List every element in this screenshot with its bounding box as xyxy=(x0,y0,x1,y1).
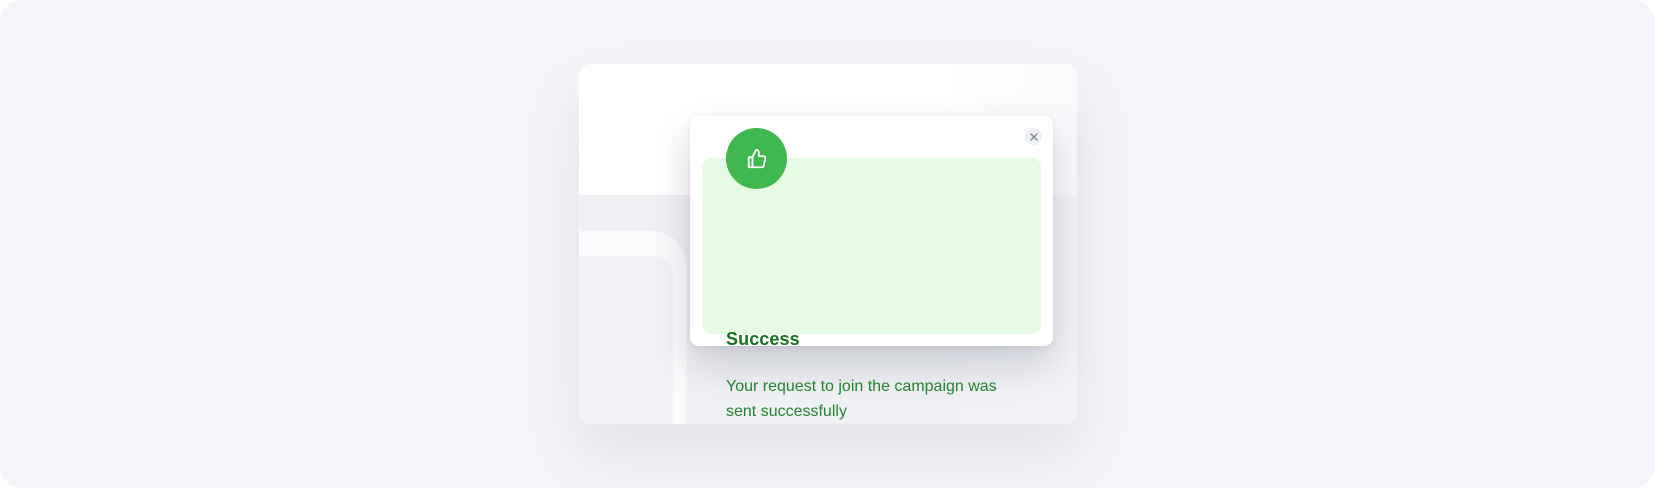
close-icon xyxy=(1029,132,1038,141)
success-badge xyxy=(726,128,787,189)
background-inner-panel xyxy=(579,256,673,424)
success-modal: Success Your request to join the campaig… xyxy=(690,116,1053,420)
page-background: Success Your request to join the campaig… xyxy=(0,0,1655,488)
close-button[interactable] xyxy=(1025,128,1042,145)
thumbs-up-icon xyxy=(747,148,766,168)
modal-message: Your request to join the campaign was se… xyxy=(726,378,997,420)
modal-title: Success xyxy=(726,329,800,349)
